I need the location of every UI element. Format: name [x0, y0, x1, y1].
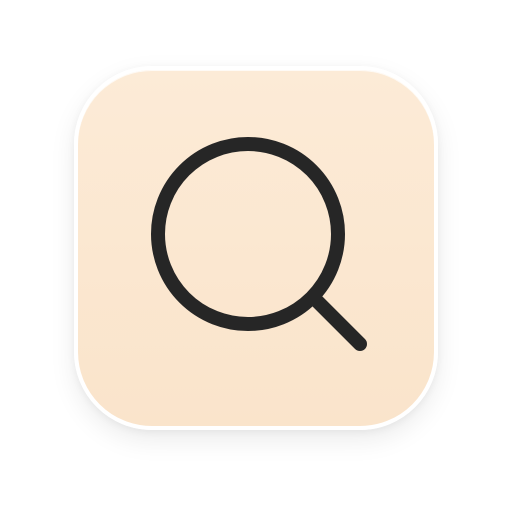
search-icon: [78, 70, 434, 426]
search-app-icon[interactable]: [74, 66, 438, 430]
screen: [0, 0, 512, 512]
